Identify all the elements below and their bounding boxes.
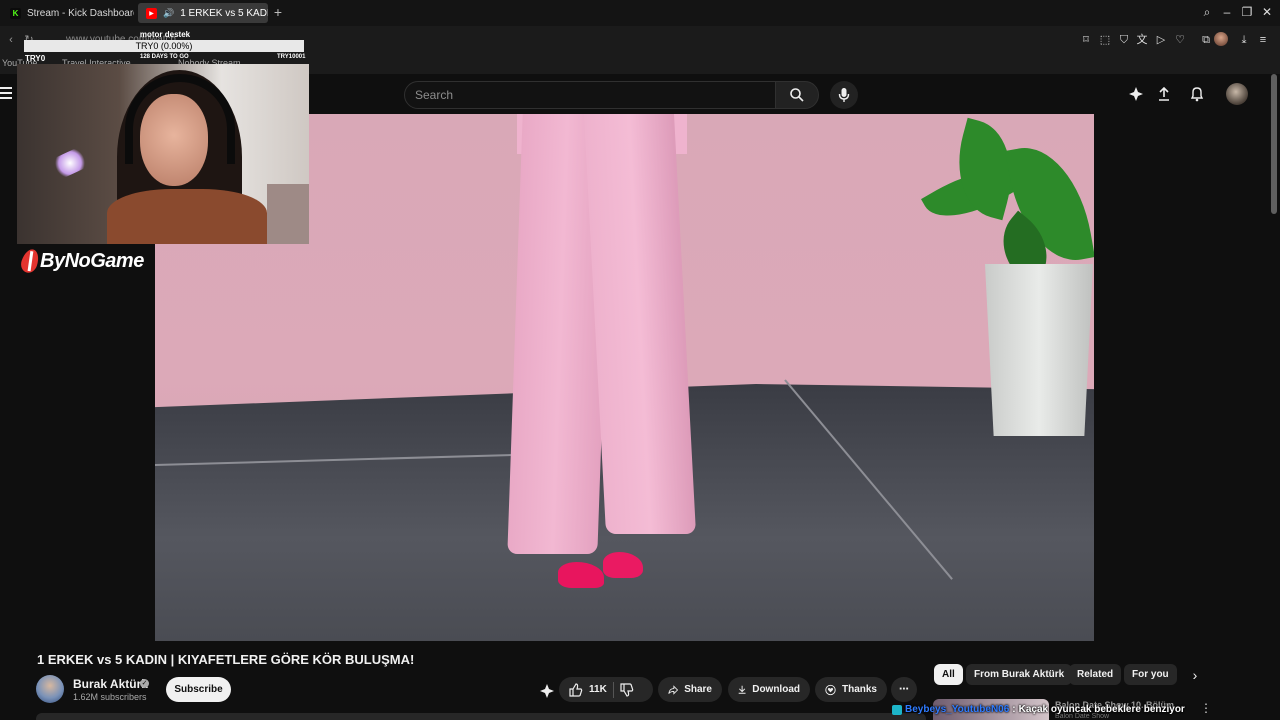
bookmark-icon[interactable]: ⌑ <box>1079 33 1093 47</box>
chip-from-channel[interactable]: From Burak Aktürk <box>966 664 1073 685</box>
chat-badge-icon <box>892 704 902 715</box>
chevron-right-icon[interactable]: › <box>1187 666 1203 684</box>
like-count: 11K <box>589 684 607 695</box>
tab-kick-dashboard[interactable]: K Stream - Kick Dashboard <box>2 3 134 23</box>
chat-message-text: Kaçak oyuncak bebeklere benziyor <box>1018 704 1185 715</box>
tab-youtube-video[interactable]: ▶ 🔊 1 ERKEK vs 5 KADIN | <box>138 3 268 23</box>
download-icon[interactable]: ⤓ <box>1237 33 1251 47</box>
more-vertical-icon[interactable]: ⋮ <box>1200 701 1212 715</box>
hamburger-menu-icon[interactable] <box>0 87 12 99</box>
subscribe-button[interactable]: Subscribe <box>166 677 231 702</box>
share-icon <box>668 684 679 695</box>
donation-goal-days: 128 DAYS TO GO <box>140 54 189 60</box>
notifications-bell-icon[interactable] <box>1189 86 1205 102</box>
chip-for-you[interactable]: For you <box>1124 664 1177 685</box>
search-icon <box>790 88 804 102</box>
chip-related[interactable]: Related <box>1069 664 1122 685</box>
dislike-button[interactable] <box>620 682 634 697</box>
kick-logo-icon: K <box>10 7 21 19</box>
profile-avatar[interactable] <box>1214 32 1228 46</box>
like-button[interactable]: 11K <box>569 682 607 697</box>
translate-icon[interactable]: 文 <box>1135 33 1149 47</box>
chat-username: Beybeys_YoutubeN06 <box>905 704 1010 715</box>
bynogame-logo-text: ByNoGame <box>40 249 144 272</box>
tab-label: Stream - Kick Dashboard <box>27 7 134 19</box>
sparkle-icon[interactable] <box>1128 86 1144 102</box>
speaker-icon[interactable]: 🔊 <box>163 8 174 19</box>
play-icon[interactable]: ▷ <box>1154 33 1168 47</box>
description-box[interactable] <box>36 713 926 720</box>
stream-chat-message: Beybeys_YoutubeN06 : Kaçak oyuncak bebek… <box>892 704 1185 715</box>
thanks-heart-icon <box>825 684 836 695</box>
heart-icon[interactable]: ♡ <box>1173 33 1187 47</box>
minimize-icon[interactable]: – <box>1219 4 1235 20</box>
browser-tab-bar: K Stream - Kick Dashboard ▶ 🔊 1 ERKEK vs… <box>0 0 1280 26</box>
video-plant-pot <box>985 264 1093 436</box>
subscriber-count: 1.62M subscribers <box>73 692 147 702</box>
thanks-label: Thanks <box>841 684 877 695</box>
new-tab-button[interactable]: + <box>270 4 286 20</box>
download-icon <box>738 685 746 694</box>
page-scrollbar[interactable] <box>1271 74 1277 214</box>
streamer-webcam <box>17 64 309 244</box>
search-input[interactable] <box>415 87 755 103</box>
upload-icon[interactable] <box>1156 86 1172 102</box>
donation-goal-progress: TRY0 (0.00%) <box>135 41 193 51</box>
thumbs-down-icon <box>620 682 634 697</box>
download-label: Download <box>752 684 800 695</box>
shield-icon[interactable]: ⛉ <box>1117 33 1131 47</box>
youtube-logo-icon: ▶ <box>146 7 157 19</box>
channel-name[interactable]: Burak Aktürk <box>73 677 148 691</box>
search-box <box>404 81 776 109</box>
bynogame-logo: ByNoGame <box>18 247 144 275</box>
share-button[interactable]: Share <box>658 677 722 702</box>
channel-avatar[interactable] <box>36 675 64 703</box>
restore-icon[interactable]: ❐ <box>1239 4 1255 20</box>
video-title: 1 ERKEK vs 5 KADIN | KIYAFETLERE GÖRE KÖ… <box>37 652 415 667</box>
like-dislike-group: 11K <box>559 677 653 702</box>
download-button[interactable]: Download <box>728 677 810 702</box>
thanks-button[interactable]: Thanks <box>815 677 887 702</box>
close-icon[interactable]: ✕ <box>1259 4 1275 20</box>
more-actions-button[interactable]: ⋯ <box>891 677 917 702</box>
extensions-icon[interactable]: ⧉ <box>1199 33 1213 47</box>
ask-ai-sparkle-icon[interactable] <box>539 683 555 699</box>
share-label: Share <box>684 684 712 695</box>
screenshot-icon[interactable]: ⬚ <box>1098 33 1112 47</box>
search-tabs-icon[interactable]: ⌕ <box>1199 4 1215 20</box>
chip-all[interactable]: All <box>934 664 963 685</box>
donation-goal-target: TRY10001 <box>277 54 306 60</box>
donation-goal-title: motor destek <box>139 30 191 39</box>
bynogame-logo-icon <box>18 247 42 275</box>
thumbs-up-icon <box>569 682 583 697</box>
more-horizontal-icon: ⋯ <box>899 684 909 695</box>
tab-label: 1 ERKEK vs 5 KADIN | <box>180 7 268 19</box>
menu-icon[interactable]: ≡ <box>1256 33 1270 47</box>
account-avatar[interactable] <box>1226 83 1248 105</box>
voice-search-button[interactable] <box>830 81 858 109</box>
verified-check-icon: ✓ <box>140 679 149 688</box>
microphone-icon <box>838 88 850 102</box>
donation-goal-current: TRY0 <box>25 54 46 63</box>
search-button[interactable] <box>775 81 819 109</box>
